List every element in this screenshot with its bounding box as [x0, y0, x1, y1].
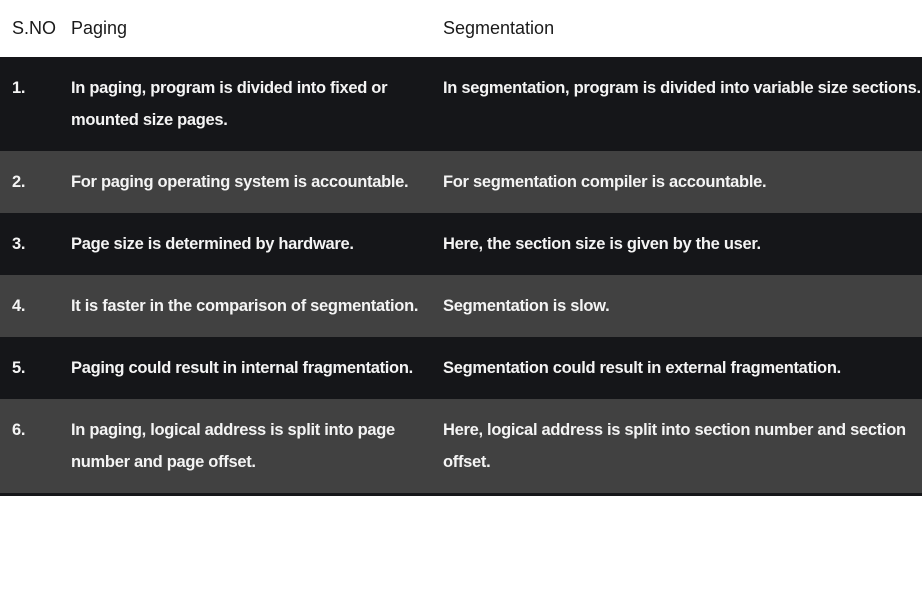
cell-paging: In paging, program is divided into fixed… [71, 57, 443, 151]
cell-paging: Page size is determined by hardware. [71, 213, 443, 275]
table-row: 5. Paging could result in internal fragm… [0, 337, 922, 399]
cell-sno: 5. [0, 337, 71, 399]
cell-segmentation: Here, logical address is split into sect… [443, 399, 922, 493]
cell-sno: 6. [0, 399, 71, 493]
cell-sno: 2. [0, 151, 71, 213]
cell-segmentation: Here, the section size is given by the u… [443, 213, 922, 275]
cell-sno: 1. [0, 57, 71, 151]
table-row: 1. In paging, program is divided into fi… [0, 57, 922, 151]
cell-sno: 3. [0, 213, 71, 275]
paging-vs-segmentation-table: S.NO Paging Segmentation 1. In paging, p… [0, 0, 922, 493]
cell-segmentation: Segmentation is slow. [443, 275, 922, 337]
cell-sno: 4. [0, 275, 71, 337]
cell-segmentation: Segmentation could result in external fr… [443, 337, 922, 399]
cell-segmentation: In segmentation, program is divided into… [443, 57, 922, 151]
table-row: 6. In paging, logical address is split i… [0, 399, 922, 493]
header-paging: Paging [71, 0, 443, 57]
table-row: 2. For paging operating system is accoun… [0, 151, 922, 213]
table-bottom-border [0, 493, 922, 496]
header-segmentation: Segmentation [443, 0, 922, 57]
cell-paging: In paging, logical address is split into… [71, 399, 443, 493]
cell-paging: Paging could result in internal fragment… [71, 337, 443, 399]
table-row: 4. It is faster in the comparison of seg… [0, 275, 922, 337]
cell-paging: For paging operating system is accountab… [71, 151, 443, 213]
header-row: S.NO Paging Segmentation [0, 0, 922, 57]
cell-segmentation: For segmentation compiler is accountable… [443, 151, 922, 213]
table-row: 3. Page size is determined by hardware. … [0, 213, 922, 275]
cell-paging: It is faster in the comparison of segmen… [71, 275, 443, 337]
header-sno: S.NO [0, 0, 71, 57]
